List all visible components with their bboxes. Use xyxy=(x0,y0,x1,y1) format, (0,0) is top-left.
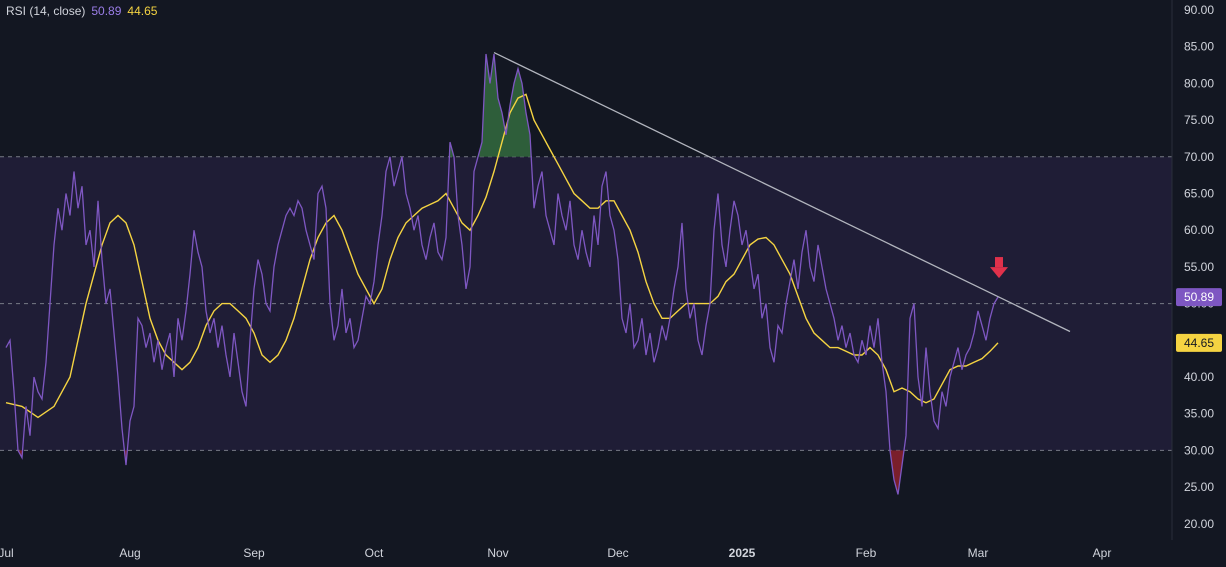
y-tick-label: 90.00 xyxy=(1184,3,1214,17)
x-tick-label: Sep xyxy=(243,546,265,560)
ma-value: 44.65 xyxy=(127,4,158,18)
rsi-value: 50.89 xyxy=(91,4,122,18)
x-tick-label: Apr xyxy=(1093,546,1112,560)
y-tick-label: 40.00 xyxy=(1184,370,1214,384)
y-tick-label: 80.00 xyxy=(1184,76,1214,90)
y-tick-label: 75.00 xyxy=(1184,113,1214,127)
y-tick-label: 65.00 xyxy=(1184,187,1214,201)
x-tick-label: Oct xyxy=(365,546,384,560)
rsi-badge-label: 50.89 xyxy=(1184,290,1214,304)
rsi-chart[interactable]: 90.00 85.00 80.00 75.00 70.00 65.00 60.00 55.00… xyxy=(0,0,1226,567)
y-tick-label: 20.00 xyxy=(1184,517,1214,531)
x-tick-label: Mar xyxy=(968,546,989,560)
y-tick-label: 60.00 xyxy=(1184,223,1214,237)
x-tick-label: Feb xyxy=(856,546,877,560)
x-tick-label: Nov xyxy=(487,546,508,560)
y-tick-label: 25.00 xyxy=(1184,480,1214,494)
y-tick-label: 30.00 xyxy=(1184,443,1214,457)
x-tick-label: Aug xyxy=(119,546,140,560)
y-axis[interactable]: 90.00 85.00 80.00 75.00 70.00 65.00 60.00 55.00… xyxy=(1184,3,1214,531)
indicator-legend[interactable]: RSI (14, close) 50.89 44.65 xyxy=(6,4,157,18)
x-tick-label: 2025 xyxy=(729,546,756,560)
y-tick-label: 55.00 xyxy=(1184,260,1214,274)
y-tick-label: 85.00 xyxy=(1184,40,1214,54)
x-tick-label: Dec xyxy=(607,546,628,560)
y-tick-label: 70.00 xyxy=(1184,150,1214,164)
ma-badge-label: 44.65 xyxy=(1184,336,1214,350)
indicator-title: RSI (14, close) xyxy=(6,4,86,18)
arrow-shaft xyxy=(995,257,1003,268)
y-tick-label: 35.00 xyxy=(1184,407,1214,421)
x-tick-label: Jul xyxy=(0,546,14,560)
